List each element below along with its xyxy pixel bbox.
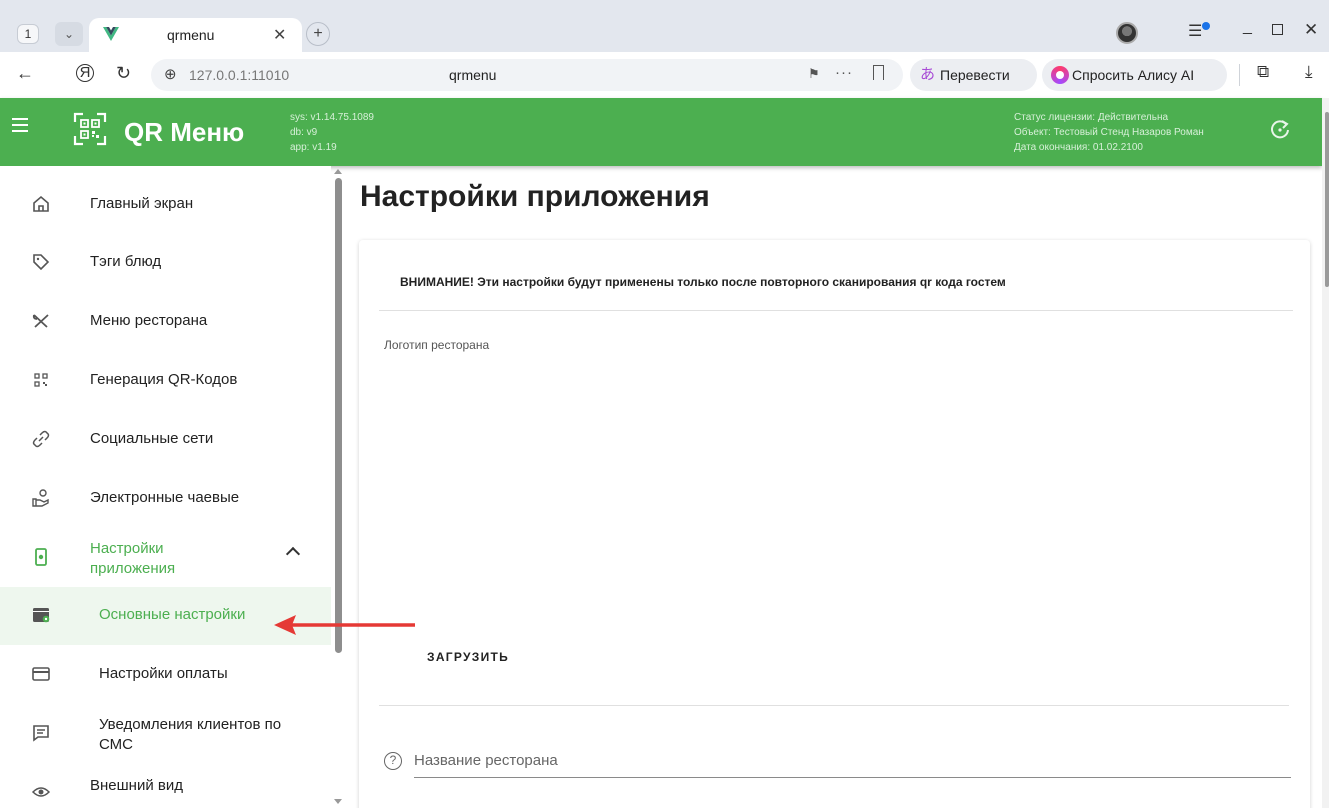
- sidebar-item-app-settings[interactable]: Настройки приложения: [0, 529, 331, 587]
- page-scroll-thumb[interactable]: [1325, 112, 1329, 287]
- sidebar-item-label: Уведомления клиентов по СМС: [99, 716, 282, 753]
- url-page-title: qrmenu: [449, 67, 497, 83]
- sidebar-item-label: Электронные чаевые: [90, 489, 240, 506]
- browser-menu-icon[interactable]: ☰: [1188, 21, 1202, 41]
- version-sys: sys: v1.14.75.1089: [290, 112, 374, 123]
- yandex-logo-icon[interactable]: Я: [76, 64, 94, 82]
- warning-text: ВНИМАНИЕ! Эти настройки будут применены …: [400, 275, 1006, 289]
- notification-dot-icon: [1202, 22, 1210, 30]
- tab-strip: 1 ⌄ qrmenu ✕ + ☰ _ ✕: [0, 0, 1329, 52]
- sidebar-item-label: Тэги блюд: [90, 253, 162, 270]
- hamburger-menu-icon[interactable]: [12, 118, 28, 132]
- new-tab-plus-icon[interactable]: +: [306, 22, 330, 46]
- sidebar-item-label: Социальные сети: [90, 430, 214, 447]
- divider: [379, 310, 1293, 311]
- download-icon[interactable]: ⤓: [1305, 62, 1313, 82]
- tab-list-chevron-icon[interactable]: ⌄: [55, 22, 83, 46]
- tab-close-icon[interactable]: ✕: [273, 25, 286, 45]
- app-brand-title: QR Меню: [124, 117, 245, 147]
- refresh-icon[interactable]: [1269, 118, 1291, 140]
- window-close-icon[interactable]: ✕: [1304, 20, 1318, 40]
- profile-avatar-icon[interactable]: [1116, 22, 1138, 44]
- upload-button[interactable]: ЗАГРУЗИТЬ: [427, 650, 509, 664]
- translate-icon: あ: [920, 66, 936, 83]
- help-icon[interactable]: ?: [384, 752, 402, 770]
- reload-icon[interactable]: ↻: [116, 63, 131, 84]
- sidebar-item-social[interactable]: Социальные сети: [0, 411, 331, 469]
- settings-card: ВНИМАНИЕ! Эти настройки будут применены …: [359, 240, 1310, 808]
- minimize-icon[interactable]: _: [1243, 18, 1252, 36]
- credit-card-icon: [32, 667, 50, 681]
- tab-count-button[interactable]: 1: [17, 24, 39, 44]
- translate-label: Перевести: [940, 67, 1010, 83]
- message-icon: [33, 725, 49, 742]
- license-object: Объект: Тестовый Стенд Назаров Роман: [1014, 127, 1204, 138]
- logo-label: Логотип ресторана: [384, 338, 490, 352]
- sidebar-item-sms[interactable]: Уведомления клиентов по СМС: [0, 705, 331, 763]
- sidebar-item-appearance[interactable]: Внешний вид: [0, 764, 331, 808]
- page-title: Настройки приложения: [360, 180, 710, 213]
- qr-logo-icon: [73, 112, 107, 146]
- license-info: Статус лицензии: Действительна Объект: Т…: [1014, 110, 1204, 155]
- version-info: sys: v1.14.75.1089 db: v9 app: v1.19: [290, 110, 374, 155]
- translate-button[interactable]: あ Перевести: [910, 59, 1037, 91]
- back-arrow-icon[interactable]: ←: [16, 63, 34, 84]
- browser-tab[interactable]: qrmenu ✕: [89, 18, 302, 52]
- sidebar-item-label: Генерация QR-Кодов: [90, 371, 238, 388]
- ask-alisa-button[interactable]: Спросить Алису AI: [1042, 59, 1227, 91]
- sidebar-item-qr[interactable]: Генерация QR-Кодов: [0, 352, 331, 410]
- settings-window-icon: [33, 608, 50, 623]
- alisa-icon: [1051, 66, 1069, 84]
- tips-hand-icon: [32, 489, 49, 507]
- home-icon: [33, 195, 49, 212]
- sidebar-item-label: Настройки оплаты: [99, 665, 228, 682]
- sidebar-scroll-thumb[interactable]: [335, 178, 342, 653]
- restaurant-name-placeholder: Название ресторана: [414, 752, 558, 769]
- vue-logo-icon: [103, 27, 119, 41]
- sidebar-item-payment[interactable]: Настройки оплаты: [0, 646, 331, 704]
- divider: [379, 705, 1289, 706]
- app-settings-icon: [35, 548, 47, 566]
- sidebar-item-tips[interactable]: Электронные чаевые: [0, 470, 331, 528]
- scroll-down-arrow-icon[interactable]: [334, 799, 342, 804]
- sidebar-item-label: Меню ресторана: [90, 312, 208, 329]
- sidebar-item-label: Настройки приложения: [90, 540, 176, 577]
- sidebar-item-label: Главный экран: [90, 195, 194, 212]
- license-expiry: Дата окончания: 01.02.2100: [1014, 142, 1143, 153]
- collections-icon[interactable]: ⧉: [1257, 62, 1269, 82]
- globe-icon: ⊕: [164, 66, 177, 83]
- bookmark-icon[interactable]: [873, 65, 884, 80]
- browser-window: 1 ⌄ qrmenu ✕ + ☰ _ ✕ ← Я ↻ ⊕ 127.0.0.1:1…: [0, 0, 1329, 808]
- maximize-icon[interactable]: [1272, 24, 1283, 35]
- annotation-arrow-icon: [274, 615, 415, 635]
- sidebar-item-label: Основные настройки: [99, 606, 246, 623]
- toolbar-separator: [1239, 64, 1240, 86]
- tag-icon: [33, 254, 50, 271]
- tab-title: qrmenu: [167, 27, 215, 43]
- sidebar-item-label: Внешний вид: [90, 777, 183, 794]
- qr-code-icon: [34, 373, 48, 387]
- url-text: 127.0.0.1:11010: [189, 67, 290, 83]
- version-app: app: v1.19: [290, 142, 337, 153]
- app-header: QR Меню sys: v1.14.75.1089 db: v9 app: v…: [0, 98, 1322, 166]
- license-status: Статус лицензии: Действительна: [1014, 112, 1169, 123]
- sidebar-item-tags[interactable]: Тэги блюд: [0, 234, 331, 292]
- more-dots-icon[interactable]: ···: [835, 64, 853, 81]
- scroll-up-arrow-icon[interactable]: [334, 169, 342, 174]
- cutlery-icon: [32, 314, 49, 328]
- eye-icon: [31, 787, 51, 797]
- version-db: db: v9: [290, 127, 318, 138]
- link-icon: [32, 430, 50, 448]
- url-bar[interactable]: ⊕ 127.0.0.1:11010 qrmenu ⚑ ···: [151, 59, 903, 91]
- sidebar-item-menu[interactable]: Меню ресторана: [0, 293, 331, 351]
- restaurant-name-input[interactable]: Название ресторана: [414, 750, 1291, 778]
- alisa-label: Спросить Алису AI: [1072, 67, 1195, 83]
- chevron-up-icon[interactable]: [285, 546, 301, 562]
- sidebar-item-home[interactable]: Главный экран: [0, 176, 331, 234]
- translate-page-icon[interactable]: ⚑: [808, 66, 820, 82]
- sidebar: Главный экран Тэги блюд Меню ресторана Г…: [0, 166, 331, 808]
